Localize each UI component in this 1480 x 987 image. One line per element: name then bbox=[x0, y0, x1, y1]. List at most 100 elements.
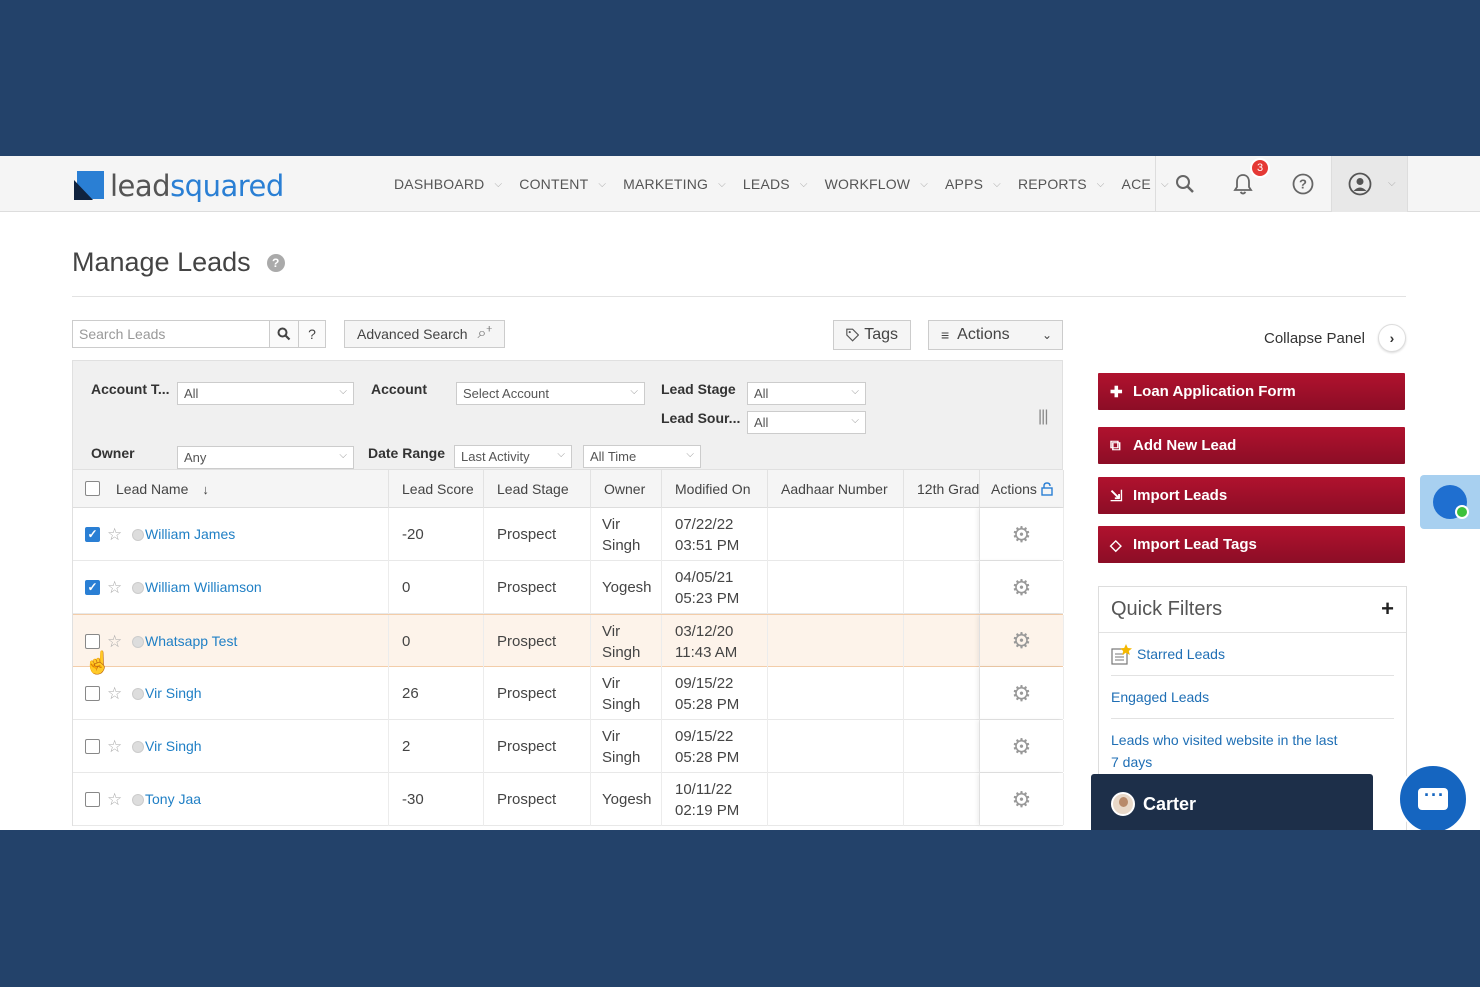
tags-button[interactable]: Tags bbox=[833, 320, 911, 350]
gear-icon[interactable]: ⚙ bbox=[1012, 630, 1032, 652]
star-icon[interactable]: ☆ bbox=[107, 631, 122, 652]
search-icon[interactable] bbox=[1173, 172, 1197, 196]
star-icon[interactable]: ☆ bbox=[107, 789, 122, 810]
help-icon[interactable]: ? bbox=[266, 253, 285, 272]
lead-name-link[interactable]: William James bbox=[145, 524, 235, 545]
date-range-select[interactable]: Last Activity ⌵ bbox=[454, 445, 572, 468]
quick-filter-starred[interactable]: Starred Leads bbox=[1111, 633, 1394, 676]
search-input[interactable]: Search Leads bbox=[72, 320, 270, 348]
add-new-lead-button[interactable]: ⧉ Add New Lead bbox=[1098, 427, 1405, 464]
col-lead-name[interactable]: Lead Name ↓ bbox=[73, 470, 389, 508]
loan-application-form-button[interactable]: ✚ Loan Application Form bbox=[1098, 373, 1405, 410]
chat-launcher-button[interactable] bbox=[1398, 764, 1468, 830]
nav-leads[interactable]: LEADS ⌵ bbox=[743, 176, 808, 192]
bell-icon[interactable] bbox=[1231, 172, 1255, 196]
row-checkbox[interactable] bbox=[85, 739, 100, 754]
cell-aadhaar bbox=[768, 561, 904, 614]
gear-icon[interactable]: ⚙ bbox=[1012, 682, 1032, 704]
lead-source-select[interactable]: All ⌵ bbox=[747, 411, 866, 434]
nav-reports[interactable]: REPORTS ⌵ bbox=[1018, 176, 1105, 192]
table-row[interactable]: ☆ Tony Jaa -30 Prospect Yogesh 10/11/22 02:19 … bbox=[73, 773, 1064, 826]
row-checkbox[interactable] bbox=[85, 792, 100, 807]
gear-icon[interactable]: ⚙ bbox=[1012, 523, 1032, 545]
row-checkbox[interactable] bbox=[85, 634, 100, 649]
profile-menu[interactable]: ⌵ bbox=[1331, 156, 1408, 212]
cell-grade bbox=[904, 720, 980, 773]
import-lead-tags-button[interactable]: ◇ Import Lead Tags bbox=[1098, 526, 1405, 563]
table-row[interactable]: ☆ Vir Singh 2 Prospect Vir Singh 09/15/22 05:28… bbox=[73, 720, 1064, 773]
main-nav: DASHBOARD ⌵ CONTENT ⌵ MARKETING ⌵ LEADS ⌵ WO… bbox=[394, 156, 1186, 212]
nav-ace[interactable]: ACE ⌵ bbox=[1122, 176, 1169, 192]
chevron-right-icon[interactable]: › bbox=[1377, 324, 1406, 352]
col-grade[interactable]: 12th Grad bbox=[904, 470, 980, 508]
logo[interactable]: leadsquared bbox=[74, 169, 284, 203]
sort-down-icon[interactable]: ↓ bbox=[202, 482, 209, 497]
row-checkbox[interactable] bbox=[85, 686, 100, 701]
cell-actions: ⚙ bbox=[980, 720, 1064, 772]
help-icon[interactable]: ? bbox=[1291, 172, 1315, 196]
lead-name-link[interactable]: Tony Jaa bbox=[145, 789, 201, 810]
star-icon[interactable]: ☆ bbox=[107, 524, 122, 545]
cell-lead-score: 26 bbox=[389, 667, 484, 720]
lead-name-link[interactable]: William Williamson bbox=[145, 577, 262, 598]
col-aadhaar[interactable]: Aadhaar Number bbox=[768, 470, 904, 508]
select-all-checkbox[interactable] bbox=[85, 481, 100, 496]
gear-icon[interactable]: ⚙ bbox=[1012, 735, 1032, 757]
chevron-down-icon: ⌵ bbox=[993, 178, 1001, 190]
cell-lead-stage: Prospect bbox=[484, 615, 591, 668]
nav-marketing[interactable]: MARKETING ⌵ bbox=[623, 176, 726, 192]
cell-lead-name: ☆ Vir Singh bbox=[73, 667, 389, 720]
star-icon[interactable]: ☆ bbox=[107, 577, 122, 598]
table-row[interactable]: ✓ ☆ William James -20 Prospect Vir Singh 07/22/… bbox=[73, 508, 1064, 561]
cell-owner: Vir Singh bbox=[591, 667, 662, 720]
chat-bar[interactable]: Carter bbox=[1091, 774, 1373, 830]
row-checkbox[interactable]: ✓ bbox=[85, 527, 100, 542]
search-help-button[interactable]: ? bbox=[298, 320, 326, 348]
select-value: Any bbox=[184, 450, 207, 465]
account-select[interactable]: Select Account ⌵ bbox=[456, 382, 645, 405]
side-widget[interactable] bbox=[1420, 475, 1480, 529]
search-button[interactable] bbox=[269, 320, 299, 348]
cell-actions: ⚙ bbox=[980, 615, 1064, 666]
collapse-panel[interactable]: Collapse Panel › bbox=[1264, 324, 1406, 352]
select-value: Last Activity bbox=[461, 449, 530, 464]
col-owner[interactable]: Owner bbox=[591, 470, 662, 508]
col-lead-score[interactable]: Lead Score bbox=[389, 470, 484, 508]
add-filter-icon[interactable]: + bbox=[1381, 596, 1394, 622]
quick-filter-engaged[interactable]: Engaged Leads bbox=[1111, 676, 1394, 719]
actions-dropdown[interactable]: ≡ Actions ⌄ bbox=[928, 320, 1063, 350]
cell-modified-on: 10/11/22 02:19 PM bbox=[662, 773, 768, 826]
advanced-search-button[interactable]: Advanced Search ⌕⁺ bbox=[344, 320, 505, 348]
time-select[interactable]: All Time ⌵ bbox=[583, 445, 701, 468]
column-settings-icon[interactable]: ||| bbox=[1038, 408, 1049, 426]
lead-name-link[interactable]: Vir Singh bbox=[145, 736, 202, 757]
cell-owner: Vir Singh bbox=[591, 508, 662, 561]
gear-icon[interactable]: ⚙ bbox=[1012, 576, 1032, 598]
account-type-select[interactable]: All ⌵ bbox=[177, 382, 354, 405]
select-value: All bbox=[754, 415, 769, 430]
nav-content[interactable]: CONTENT ⌵ bbox=[519, 176, 606, 192]
gear-icon[interactable]: ⚙ bbox=[1012, 788, 1032, 810]
import-leads-button[interactable]: ⇲ Import Leads bbox=[1098, 477, 1405, 514]
nav-apps[interactable]: APPS ⌵ bbox=[945, 176, 1001, 192]
owner-select[interactable]: Any ⌵ bbox=[177, 446, 354, 469]
lead-name-link[interactable]: Whatsapp Test bbox=[145, 631, 237, 652]
lead-stage-select[interactable]: All ⌵ bbox=[747, 382, 866, 405]
cell-lead-score: 0 bbox=[389, 615, 484, 668]
cell-actions: ⚙ bbox=[980, 667, 1064, 719]
nav-label: ACE bbox=[1121, 176, 1151, 192]
table-row[interactable]: ☆ Vir Singh 26 Prospect Vir Singh 09/15/22 05:2… bbox=[73, 667, 1064, 720]
select-value: All Time bbox=[590, 449, 637, 464]
lead-name-link[interactable]: Vir Singh bbox=[145, 683, 202, 704]
table-row[interactable]: ✓ ☆ William Williamson 0 Prospect Yogesh 04/05… bbox=[73, 561, 1064, 614]
row-checkbox[interactable]: ✓ bbox=[85, 580, 100, 595]
lock-icon[interactable] bbox=[1041, 482, 1053, 496]
nav-workflow[interactable]: WORKFLOW ⌵ bbox=[825, 176, 928, 192]
table-row[interactable]: ☆ Whatsapp Test 0 Prospect Vir Singh 03/12/20 1… bbox=[73, 614, 1064, 668]
star-icon[interactable]: ☆ bbox=[107, 736, 122, 757]
col-lead-stage[interactable]: Lead Stage bbox=[484, 470, 591, 508]
star-icon[interactable]: ☆ bbox=[107, 683, 122, 704]
nav-dashboard[interactable]: DASHBOARD ⌵ bbox=[394, 176, 502, 192]
hand-cursor-icon: ☝ bbox=[84, 650, 112, 675]
col-modified-on[interactable]: Modified On bbox=[662, 470, 768, 508]
